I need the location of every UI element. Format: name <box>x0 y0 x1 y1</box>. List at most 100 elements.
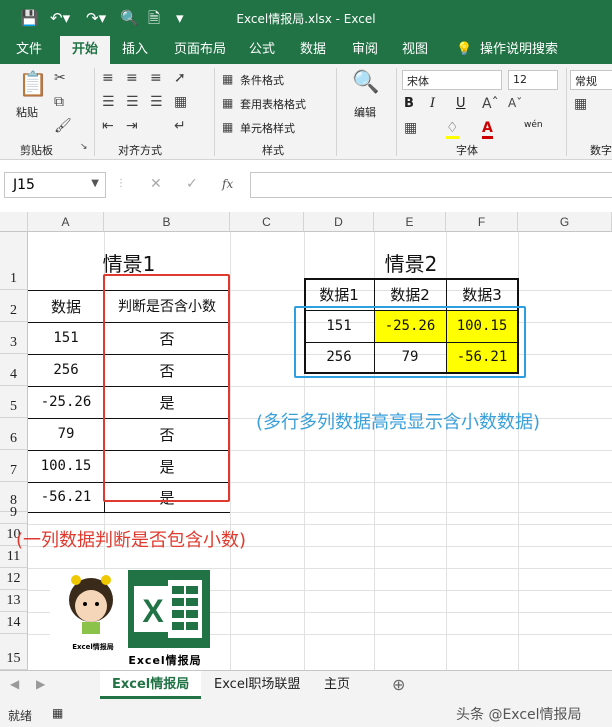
cancel-icon[interactable]: ✕ <box>150 176 162 192</box>
align-bottom-icon[interactable]: ≡ <box>150 70 162 86</box>
increase-indent-icon[interactable]: ⇥ <box>126 118 138 134</box>
align-left-icon[interactable]: ☰ <box>102 94 115 110</box>
format-table-icon: ▦ <box>222 96 234 110</box>
row-header-14[interactable]: 14 <box>0 612 28 634</box>
next-sheet-icon[interactable]: ▶ <box>36 677 45 691</box>
tab-view[interactable]: 视图 <box>402 41 428 59</box>
align-middle-icon[interactable]: ≡ <box>126 70 138 86</box>
column-header-f[interactable]: F <box>446 212 518 232</box>
paste-label[interactable]: 粘贴 <box>16 104 38 120</box>
font-color-icon[interactable]: A <box>482 120 493 139</box>
blue-highlight-box <box>294 306 526 378</box>
sheet-tab-zhichang[interactable]: Excel职场联盟 <box>202 671 312 699</box>
tab-file[interactable]: 文件 <box>16 41 42 59</box>
tab-formulas[interactable]: 公式 <box>249 41 275 59</box>
align-right-icon[interactable]: ☰ <box>150 94 163 110</box>
table-cell[interactable]: -25.26 <box>28 386 104 418</box>
column-header-c[interactable]: C <box>230 212 304 232</box>
font-shrink-icon[interactable]: Aˇ <box>508 96 522 110</box>
row-header-3[interactable]: 3 <box>0 322 28 354</box>
row-header-7[interactable]: 7 <box>0 450 28 482</box>
align-center-icon[interactable]: ☰ <box>126 94 139 110</box>
tell-me-search[interactable]: 操作说明搜索 <box>480 41 558 59</box>
format-as-table-button[interactable]: 套用表格格式 <box>240 96 306 112</box>
font-grow-icon[interactable]: Aˆ <box>482 96 499 112</box>
watermark-text: 头条 @Excel情报局 <box>456 707 582 723</box>
table-cell[interactable]: 256 <box>28 354 104 386</box>
tab-home[interactable]: 开始 <box>60 36 111 64</box>
align-top-icon[interactable]: ≡ <box>102 70 114 86</box>
decrease-indent-icon[interactable]: ⇤ <box>102 118 114 134</box>
column-header-e[interactable]: E <box>374 212 446 232</box>
underline-button[interactable]: U <box>456 96 466 111</box>
font-name-select[interactable]: 宋体 <box>402 70 502 90</box>
table-cell[interactable]: 79 <box>28 418 104 450</box>
wrap-text-icon[interactable]: ↵ <box>174 118 186 134</box>
row-header-2[interactable]: 2 <box>0 290 28 322</box>
editing-button[interactable]: 编辑 <box>354 104 376 120</box>
orientation-icon[interactable]: ➚ <box>174 70 186 86</box>
merge-center-icon[interactable]: ▦ <box>174 94 187 110</box>
row-header-4[interactable]: 4 <box>0 354 28 386</box>
select-all-corner[interactable] <box>0 212 28 232</box>
cell-styles-icon: ▦ <box>222 120 234 134</box>
add-sheet-icon[interactable]: ⊕ <box>392 675 405 694</box>
insert-function-button[interactable]: fx <box>222 177 233 191</box>
row-header-1[interactable]: 1 <box>0 232 28 290</box>
status-bar: 就绪 ▦ 头条 @Excel情报局 <box>0 700 612 727</box>
row-header-13[interactable]: 13 <box>0 590 28 612</box>
tab-insert[interactable]: 插入 <box>122 41 148 59</box>
row-header-9[interactable]: 9 <box>0 505 28 524</box>
prev-sheet-icon[interactable]: ◀ <box>10 677 19 691</box>
copy-icon[interactable]: ⧉ <box>54 94 64 110</box>
table-cell[interactable]: -56.21 <box>28 482 104 512</box>
tab-data[interactable]: 数据 <box>300 41 326 59</box>
row-header-5[interactable]: 5 <box>0 386 28 418</box>
scenario1-header-data[interactable]: 数据 <box>28 290 104 322</box>
borders-icon[interactable]: ▦ <box>404 120 417 136</box>
phonetic-guide-button[interactable]: wén <box>524 120 543 130</box>
number-format-select[interactable]: 常规 <box>570 70 612 90</box>
table-cell[interactable]: 100.15 <box>28 450 104 482</box>
table-cell[interactable]: 151 <box>28 322 104 354</box>
tab-page-layout[interactable]: 页面布局 <box>174 41 226 59</box>
number-group-label: 数字 <box>590 144 612 157</box>
sheet-tab-home[interactable]: 主页 <box>312 671 362 699</box>
worksheet-grid[interactable]: A B C D E F G 1 2 3 4 5 6 7 8 9 10 11 12… <box>0 212 612 670</box>
column-header-b[interactable]: B <box>104 212 230 232</box>
row-header-15[interactable]: 15 <box>0 634 28 670</box>
column-header-a[interactable]: A <box>28 212 104 232</box>
clipboard-group-label: 剪贴板 <box>20 144 53 157</box>
column-header-d[interactable]: D <box>304 212 374 232</box>
scenario2-caption: (多行多列数据高亮显示含小数数据) <box>256 412 541 433</box>
name-box-value: J15 <box>13 177 35 193</box>
font-size-select[interactable]: 12 <box>508 70 558 90</box>
logo-block: Excel情报局 X Excel情报局 <box>50 570 210 670</box>
dialog-launcher-icon[interactable]: ↘ <box>80 142 88 152</box>
currency-icon[interactable]: ▦ <box>574 96 587 112</box>
conditional-format-button[interactable]: 条件格式 <box>240 72 284 88</box>
row-header-6[interactable]: 6 <box>0 418 28 450</box>
more-icon: ⋮ <box>116 178 126 189</box>
cell-styles-button[interactable]: 单元格样式 <box>240 120 295 136</box>
cut-icon[interactable]: ✂ <box>54 70 66 86</box>
title-bar: 💾 ↶▾ ↷▾ 🔍 🗎 ▾ Excel情报局.xlsx - Excel <box>0 0 612 36</box>
bold-button[interactable]: B <box>404 96 414 111</box>
name-box[interactable]: J15 ▼ <box>4 172 106 198</box>
fill-color-icon[interactable]: ♢ <box>446 120 459 139</box>
chevron-down-icon[interactable]: ▼ <box>91 178 99 189</box>
window-title: Excel情报局.xlsx - Excel <box>236 12 376 26</box>
formula-input[interactable] <box>250 172 612 198</box>
macro-record-icon[interactable]: ▦ <box>52 706 63 720</box>
find-icon[interactable]: 🔍 <box>352 70 379 95</box>
tab-review[interactable]: 审阅 <box>352 41 378 59</box>
italic-button[interactable]: I <box>430 96 435 111</box>
paste-icon[interactable]: 📋 <box>18 70 48 98</box>
enter-icon[interactable]: ✓ <box>186 176 198 192</box>
row-header-12[interactable]: 12 <box>0 568 28 590</box>
column-header-g[interactable]: G <box>518 212 612 232</box>
format-painter-icon[interactable]: 🖌 <box>54 118 72 134</box>
sheet-tab-excel-qingbaoju[interactable]: Excel情报局 <box>100 671 202 699</box>
alignment-group-label: 对齐方式 <box>118 144 162 157</box>
ribbon: 📋 粘贴 ✂ ⧉ 🖌 剪贴板 ↘ ≡ ≡ ≡ ➚ ☰ ☰ ☰ ▦ ⇤ ⇥ ↵ 对… <box>0 64 612 160</box>
